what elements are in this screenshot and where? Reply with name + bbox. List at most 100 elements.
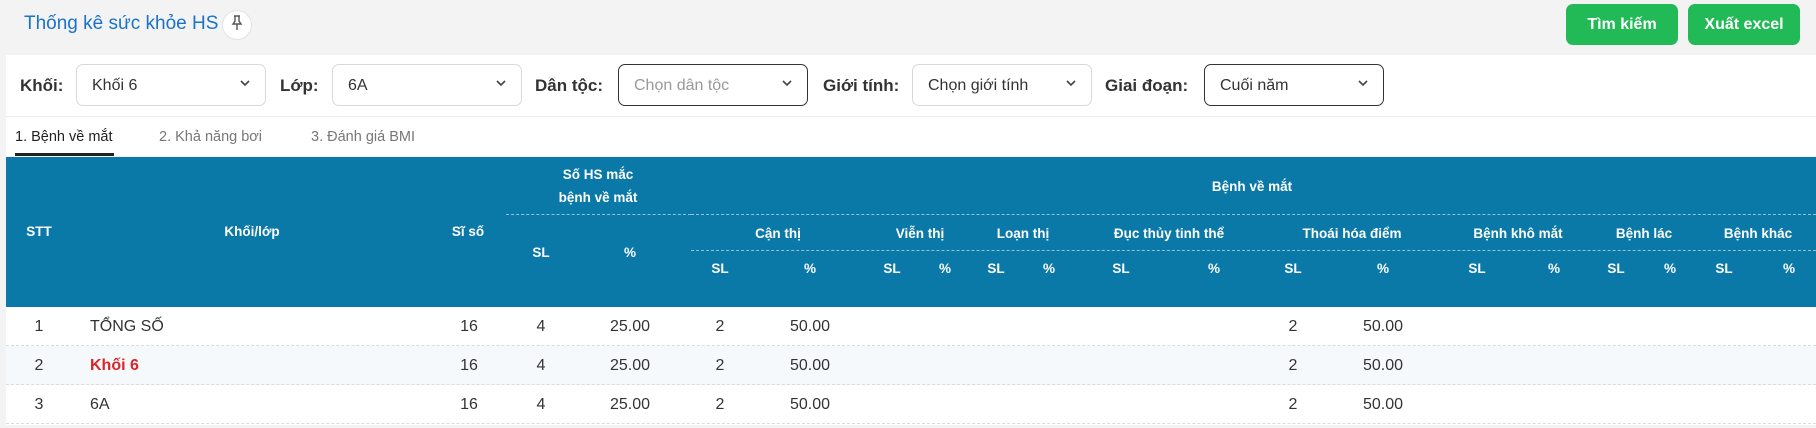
header-sl: SL (987, 261, 1005, 276)
header-divider (691, 214, 1816, 215)
giaidoan-label: Giai đoạn: (1105, 76, 1189, 95)
header-divider (506, 214, 691, 215)
tab-bar: 1. Bệnh về mắt 2. Khả năng bơi 3. Đánh g… (6, 116, 1816, 156)
header-pct: % (938, 261, 952, 276)
cell-thoai-pct: 50.00 (1362, 318, 1404, 335)
header-sl: SL (1607, 261, 1625, 276)
cell-stt: 2 (34, 357, 44, 374)
cell-sohs-pct: 25.00 (609, 318, 651, 335)
page-title: Thống kê sức khỏe HS (24, 13, 219, 34)
table-header: STT Khối/lớp Sĩ số Số HS mắc bệnh về mắt… (6, 157, 1816, 307)
pin-button[interactable] (222, 10, 252, 40)
gioitinh-placeholder: Chọn giới tính (928, 77, 1029, 94)
header-pct: % (1207, 261, 1221, 276)
header-sl: SL (711, 261, 729, 276)
chevron-down-icon (781, 77, 793, 92)
cell-sohs-sl: 4 (536, 357, 546, 374)
gioitinh-label: Giới tính: (823, 76, 900, 95)
tab-kha-nang-boi[interactable]: 2. Khả năng bơi (159, 128, 262, 146)
header-sl: SL (883, 261, 901, 276)
header-sl: SL (1112, 261, 1130, 276)
header-pct: % (1782, 261, 1796, 276)
dantoc-placeholder: Chọn dân tộc (634, 77, 730, 94)
header-divider (691, 250, 1816, 251)
cell-stt: 3 (34, 396, 44, 413)
header-so-hs-line1: Số HS mắc (562, 167, 634, 182)
cell-sohs-pct: 25.00 (609, 357, 651, 374)
cell-can-sl: 2 (715, 396, 725, 413)
cell-can-pct: 50.00 (789, 357, 831, 374)
tab-benh-ve-mat[interactable]: 1. Bệnh về mắt (15, 128, 113, 146)
giaidoan-value: Cuối năm (1220, 77, 1289, 94)
header-sohs-sl: SL (532, 245, 550, 260)
header-can-thi: Cận thị (755, 226, 801, 241)
cell-si-so: 16 (460, 318, 478, 335)
header-khac: Bệnh khác (1723, 226, 1793, 241)
header-si-so: Sĩ số (451, 224, 485, 239)
dantoc-label: Dân tộc: (535, 76, 603, 95)
pin-icon (230, 15, 244, 35)
cell-si-so: 16 (460, 396, 478, 413)
cell-name: 6A (90, 396, 110, 413)
health-table: STT Khối/lớp Sĩ số Số HS mắc bệnh về mắt… (6, 157, 1816, 425)
cell-thoai-pct: 50.00 (1362, 396, 1404, 413)
khoi-label: Khối: (20, 76, 64, 95)
table-row: 2 Khối 6 16 4 25.00 2 50.00 2 50.00 (6, 346, 1816, 385)
header-pct: % (1547, 261, 1561, 276)
lop-value: 6A (348, 77, 368, 94)
khoi-value: Khối 6 (92, 77, 138, 94)
chevron-down-icon (239, 77, 251, 92)
header-sl: SL (1715, 261, 1733, 276)
table-row: 1 TỔNG SỐ 16 4 25.00 2 50.00 2 50.00 (6, 307, 1816, 346)
cell-can-pct: 50.00 (789, 318, 831, 335)
tab-danh-gia-bmi[interactable]: 3. Đánh giá BMI (311, 128, 415, 146)
chevron-down-icon (495, 77, 507, 92)
cell-thoai-pct: 50.00 (1362, 357, 1404, 374)
cell-thoai-sl: 2 (1288, 318, 1298, 335)
lop-label: Lớp: (280, 76, 319, 95)
chevron-down-icon (1357, 77, 1369, 92)
header-pct: % (1042, 261, 1056, 276)
cell-stt: 1 (34, 318, 44, 335)
cell-sohs-pct: 25.00 (609, 396, 651, 413)
header-stt: STT (26, 224, 52, 239)
header-so-hs-line2: bệnh về mắt (558, 190, 638, 205)
page: Thống kê sức khỏe HS Tìm kiếm Xuất excel… (0, 0, 1816, 428)
cell-sohs-sl: 4 (536, 318, 546, 335)
header-khoi-lop: Khối/lớp (224, 224, 280, 239)
page-header: Thống kê sức khỏe HS Tìm kiếm Xuất excel (0, 0, 1816, 52)
khoi-select[interactable]: Khối 6 (76, 64, 266, 106)
table-row: 3 6A 16 4 25.00 2 50.00 2 50.00 (6, 385, 1816, 424)
active-tab-indicator (15, 153, 114, 156)
filter-panel: Khối: Khối 6 Lớp: 6A Dân tộc: Chọn dân t… (6, 55, 1816, 116)
cell-si-so: 16 (460, 357, 478, 374)
header-vien-thi: Viễn thị (895, 226, 945, 241)
header-duc-thuy-tinh-the: Đục thủy tinh thể (1113, 226, 1225, 241)
cell-can-sl: 2 (715, 318, 725, 335)
giaidoan-select[interactable]: Cuối năm (1204, 64, 1384, 106)
search-button[interactable]: Tìm kiếm (1566, 4, 1678, 45)
header-loan-thi: Loạn thị (996, 226, 1050, 241)
cell-name: Khối 6 (90, 357, 139, 374)
header-thoai-hoa-diem: Thoái hóa điểm (1302, 226, 1402, 241)
header-sl: SL (1468, 261, 1486, 276)
cell-thoai-sl: 2 (1288, 357, 1298, 374)
export-excel-button[interactable]: Xuất excel (1688, 4, 1800, 45)
header-pct: % (1376, 261, 1390, 276)
header-kho-mat: Bệnh khô mắt (1473, 226, 1563, 241)
header-sl: SL (1284, 261, 1302, 276)
header-pct: % (803, 261, 817, 276)
header-sohs-pct: % (623, 245, 637, 260)
dantoc-select[interactable]: Chọn dân tộc (618, 64, 808, 106)
chevron-down-icon (1065, 77, 1077, 92)
cell-name: TỔNG SỐ (90, 318, 164, 335)
cell-can-sl: 2 (715, 357, 725, 374)
cell-sohs-sl: 4 (536, 396, 546, 413)
header-lac: Bệnh lác (1615, 226, 1673, 241)
header-pct: % (1663, 261, 1677, 276)
header-benh-ve-mat: Bệnh về mắt (1211, 179, 1293, 194)
lop-select[interactable]: 6A (332, 64, 522, 106)
cell-thoai-sl: 2 (1288, 396, 1298, 413)
gioitinh-select[interactable]: Chọn giới tính (912, 64, 1092, 106)
cell-can-pct: 50.00 (789, 396, 831, 413)
